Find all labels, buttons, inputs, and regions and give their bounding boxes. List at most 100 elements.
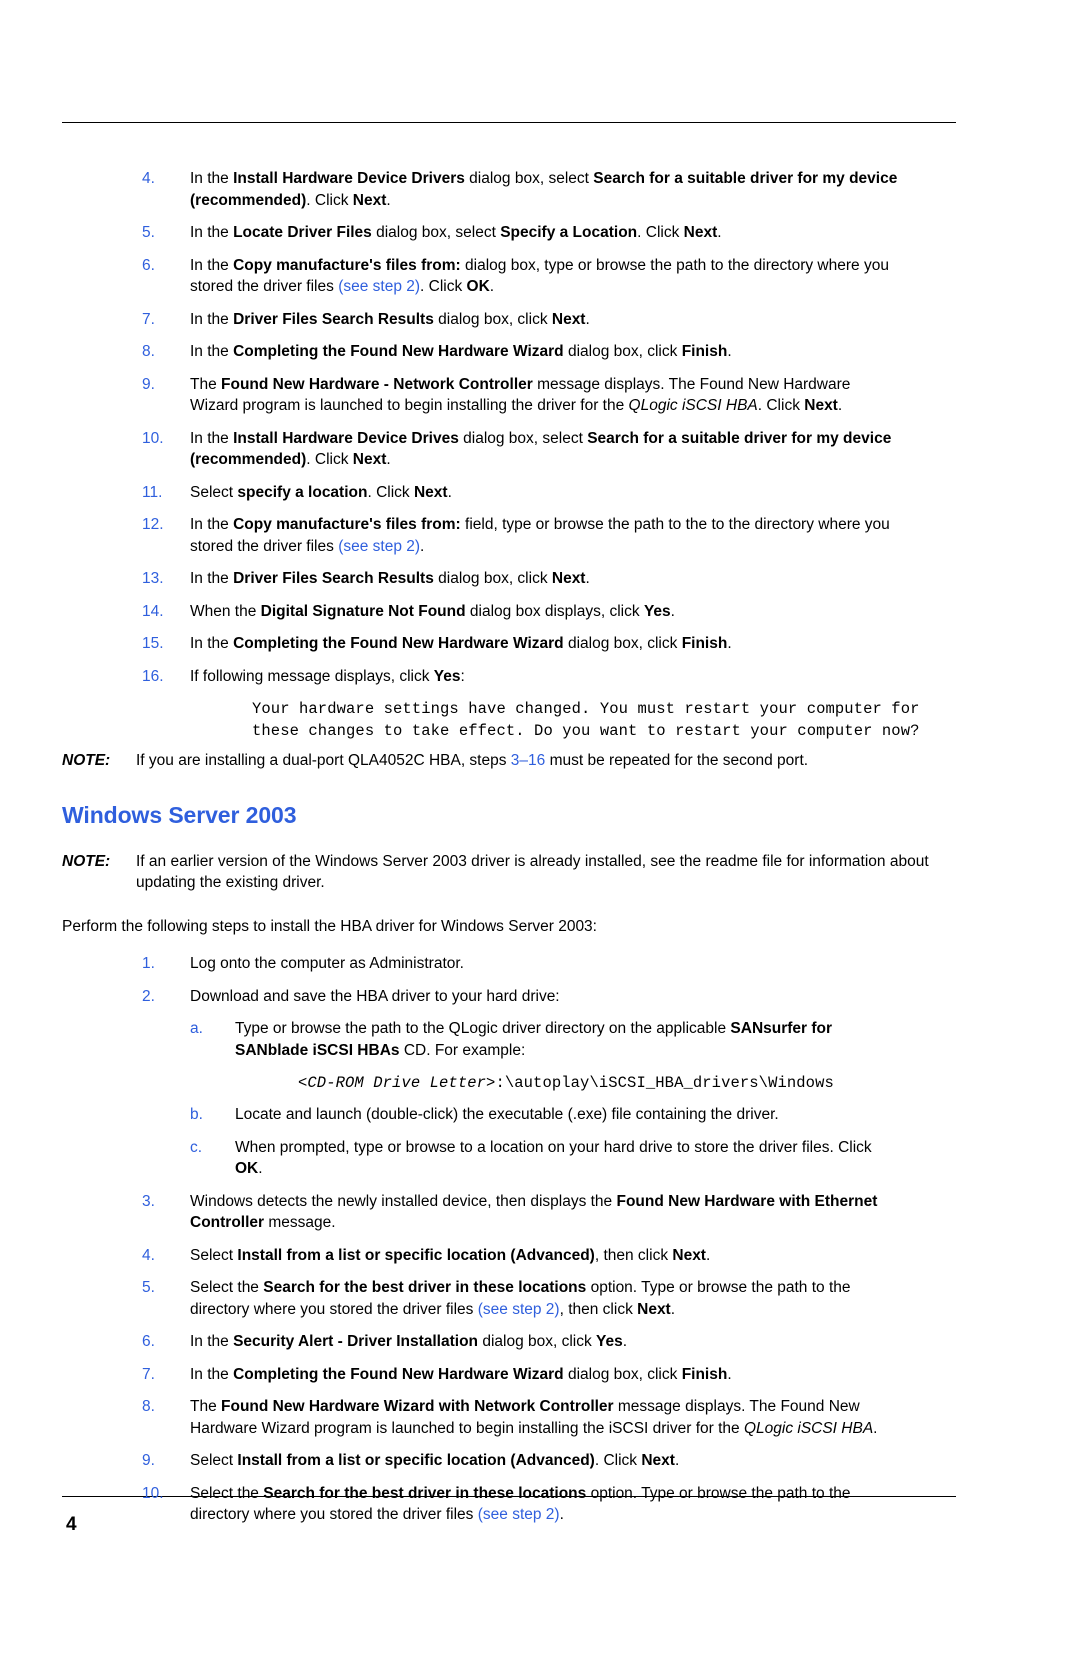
header-rule bbox=[62, 122, 956, 123]
list-item-text: In the Security Alert - Driver Installat… bbox=[190, 1333, 628, 1350]
list-item-text: In the Driver Files Search Results dialo… bbox=[190, 310, 590, 328]
list-item-number: 14. bbox=[142, 602, 164, 620]
step-item: 7. In the Driver Files Search Results dia… bbox=[62, 309, 958, 331]
restart-message-text: Your hardware settings have changed. You… bbox=[252, 700, 920, 740]
intro-paragraph: Perform the following steps to install t… bbox=[62, 917, 597, 935]
list-item-text: In the Locate Driver Files dialog box, s… bbox=[190, 224, 722, 241]
step-item: 13. In the Driver Files Search Results di… bbox=[62, 568, 958, 590]
step-item: 4. In the Install Hardware Device Drivers… bbox=[62, 168, 958, 211]
step-item: 10. In the Install Hardware Device Drives… bbox=[62, 428, 958, 471]
cdrom-path-block: <CD-ROM Drive Letter>:\autoplay\iSCSI_HB… bbox=[298, 1072, 958, 1094]
list-item-number: 8. bbox=[142, 343, 155, 360]
list-item-text: When the Digital Signature Not Found dia… bbox=[190, 602, 675, 620]
windows-2003-substeps-bc: b. Locate and launch (double-click) the e… bbox=[62, 1104, 958, 1180]
windows-2000-step-list: 4. In the Install Hardware Device Drivers… bbox=[62, 168, 958, 687]
list-item-text: In the Driver Files Search Results dialo… bbox=[190, 570, 590, 587]
step-item: 9. Select Install from a list or specific… bbox=[62, 1450, 958, 1472]
step-item: 7. In the Completing the Found New Hardwa… bbox=[62, 1364, 958, 1386]
note-text: If an earlier version of the Windows Ser… bbox=[136, 852, 929, 892]
note-earlier-version: NOTE: If an earlier version of the Windo… bbox=[62, 851, 958, 894]
list-item-number: 10. bbox=[142, 429, 164, 447]
list-item-text: Select Install from a list or specific l… bbox=[190, 1246, 711, 1264]
list-item-text: Download and save the HBA driver to your… bbox=[190, 987, 560, 1005]
list-item-number: 8. bbox=[142, 1398, 155, 1415]
page-number: 4 bbox=[66, 1514, 77, 1535]
list-item-text: Log onto the computer as Administrator. bbox=[190, 955, 464, 972]
list-item-text: In the Install Hardware Device Drives di… bbox=[190, 429, 892, 469]
list-item-text: Type or browse the path to the QLogic dr… bbox=[235, 1020, 833, 1059]
step-item: 2. Download and save the HBA driver to yo… bbox=[62, 986, 958, 1008]
list-item-number: 1. bbox=[142, 955, 155, 972]
list-item-text: Select the Search for the best driver in… bbox=[190, 1279, 851, 1318]
list-item-number: 13. bbox=[142, 570, 164, 587]
list-item-letter: c. bbox=[190, 1138, 203, 1156]
note-label: NOTE: bbox=[62, 752, 111, 769]
step-item: 14. When the Digital Signature Not Found … bbox=[62, 601, 958, 623]
list-item-text: In the Completing the Found New Hardware… bbox=[190, 343, 732, 360]
list-item-text: When prompted, type or browse to a locat… bbox=[235, 1138, 872, 1178]
step-item: 8. In the Completing the Found New Hardwa… bbox=[62, 341, 958, 363]
document-page: 4. In the Install Hardware Device Drivers… bbox=[0, 0, 1080, 1669]
list-item-letter: b. bbox=[190, 1106, 203, 1123]
windows-2003-step-list-part2: 3. Windows detects the newly installed de… bbox=[62, 1191, 958, 1526]
substep-item: a. Type or browse the path to the QLogic … bbox=[62, 1018, 958, 1061]
list-item-text: Select the Search for the best driver in… bbox=[190, 1484, 851, 1524]
list-item-text: The Found New Hardware - Network Control… bbox=[190, 375, 851, 415]
step-item: 4. Select Install from a list or specific… bbox=[62, 1245, 958, 1267]
list-item-text: In the Install Hardware Device Drivers d… bbox=[190, 170, 898, 209]
step-item: 6. In the Security Alert - Driver Install… bbox=[62, 1331, 958, 1353]
step-item: 5. In the Locate Driver Files dialog box,… bbox=[62, 222, 958, 244]
list-item-letter: a. bbox=[190, 1020, 203, 1037]
step-item: 8. The Found New Hardware Wizard with Net… bbox=[62, 1396, 958, 1439]
cdrom-path-remainder: :\autoplay\iSCSI_HBA_drivers\Windows bbox=[495, 1074, 834, 1092]
list-item-text: The Found New Hardware Wizard with Netwo… bbox=[190, 1398, 878, 1437]
list-item-text: Windows detects the newly installed devi… bbox=[190, 1192, 878, 1232]
step-item: 10. Select the Search for the best driver… bbox=[62, 1483, 958, 1526]
list-item-number: 12. bbox=[142, 516, 164, 533]
note-dual-port: NOTE: If you are installing a dual-port … bbox=[62, 750, 958, 772]
list-item-number: 9. bbox=[142, 1452, 155, 1469]
substep-item: c. When prompted, type or browse to a loc… bbox=[62, 1137, 958, 1180]
step-item: 5. Select the Search for the best driver … bbox=[62, 1277, 958, 1320]
list-item-number: 6. bbox=[142, 1333, 155, 1350]
step-item: 1. Log onto the computer as Administrator… bbox=[62, 953, 958, 975]
list-item-number: 6. bbox=[142, 256, 155, 274]
list-item-number: 9. bbox=[142, 375, 155, 393]
list-item-number: 11. bbox=[142, 483, 163, 501]
list-item-number: 5. bbox=[142, 224, 155, 241]
page-content: 4. In the Install Hardware Device Drivers… bbox=[62, 168, 958, 1537]
list-item-text: In the Completing the Found New Hardware… bbox=[190, 635, 732, 652]
list-item-number: 4. bbox=[142, 1246, 155, 1264]
list-item-number: 5. bbox=[142, 1279, 155, 1296]
list-item-number: 2. bbox=[142, 987, 155, 1005]
windows-2003-step-list-part1: 1. Log onto the computer as Administrator… bbox=[62, 953, 958, 1007]
list-item-number: 7. bbox=[142, 1365, 155, 1383]
windows-2003-substep-a: a. Type or browse the path to the QLogic … bbox=[62, 1018, 958, 1061]
cdrom-drive-letter-placeholder: <CD-ROM Drive Letter> bbox=[298, 1074, 496, 1092]
list-item-text: Select specify a location. Click Next. bbox=[190, 483, 452, 501]
list-item-text: Select Install from a list or specific l… bbox=[190, 1452, 680, 1469]
step-item: 3. Windows detects the newly installed de… bbox=[62, 1191, 958, 1234]
list-item-text: Locate and launch (double-click) the exe… bbox=[235, 1106, 779, 1123]
restart-message-block: Your hardware settings have changed. You… bbox=[252, 698, 952, 742]
step-item: 11. Select specify a location. Click Next… bbox=[62, 482, 958, 504]
list-item-number: 16. bbox=[142, 667, 164, 685]
list-item-text: In the Completing the Found New Hardware… bbox=[190, 1365, 732, 1383]
list-item-number: 7. bbox=[142, 310, 155, 328]
list-item-number: 4. bbox=[142, 170, 155, 187]
step-item: 12. In the Copy manufacture's files from:… bbox=[62, 514, 958, 557]
step-item: 6. In the Copy manufacture's files from: … bbox=[62, 255, 958, 298]
list-item-number: 10. bbox=[142, 1484, 164, 1502]
step-item: 16. If following message displays, click … bbox=[62, 666, 958, 688]
list-item-number: 3. bbox=[142, 1192, 155, 1210]
list-item-text: In the Copy manufacture's files from: fi… bbox=[190, 516, 890, 555]
substep-item: b. Locate and launch (double-click) the e… bbox=[62, 1104, 958, 1126]
list-item-text: If following message displays, click Yes… bbox=[190, 667, 465, 685]
step-item: 15. In the Completing the Found New Hardw… bbox=[62, 633, 958, 655]
note-text: If you are installing a dual-port QLA405… bbox=[136, 752, 809, 769]
section-heading-windows-server-2003: Windows Server 2003 bbox=[62, 801, 297, 828]
list-item-number: 15. bbox=[142, 635, 164, 652]
note-label: NOTE: bbox=[62, 852, 111, 870]
step-item: 9. The Found New Hardware - Network Contr… bbox=[62, 374, 958, 417]
list-item-text: In the Copy manufacture's files from: di… bbox=[190, 256, 889, 296]
